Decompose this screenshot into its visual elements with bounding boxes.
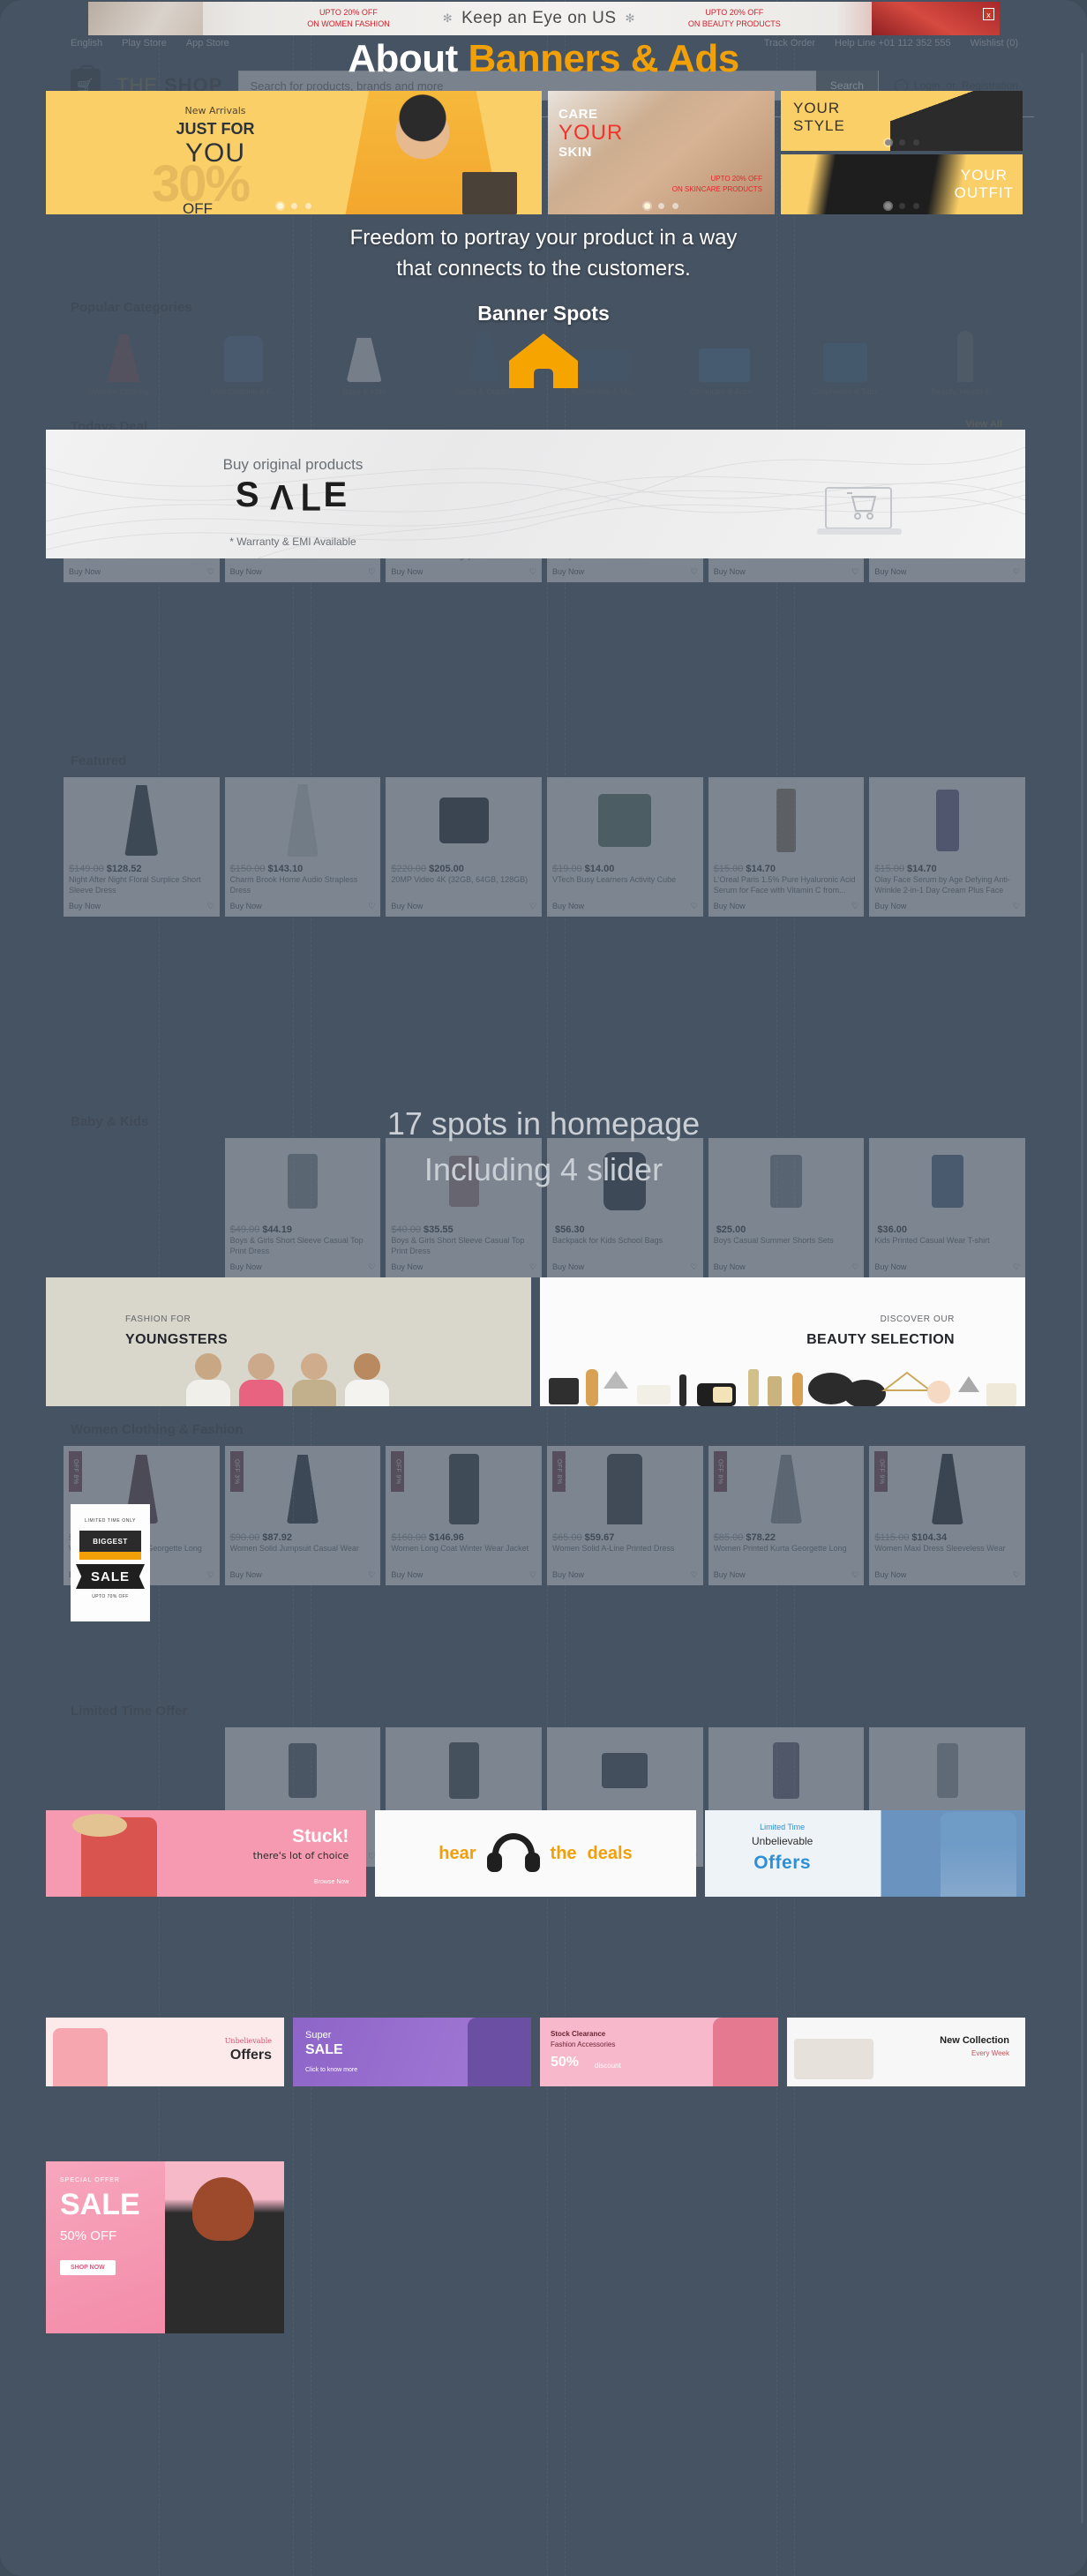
banner-limited-time-offer[interactable]: SPECIAL OFFER SALE 50% OFF SHOP NOW [46,2161,284,2333]
ad-right-image [872,2,1000,35]
yellow-stripe [79,1552,141,1560]
overlay-layer: UPTO 20% OFF ON WOMEN FASHION ✻ Keep an … [0,0,1087,2576]
slide-text-block: YOUR STYLE [793,100,845,134]
banner-stock-clearance[interactable]: Stock Clearance Fashion Accessories 50% … [540,2018,778,2086]
slider-dot[interactable] [912,203,919,209]
banner-new-collection[interactable]: New Collection Every Week [787,2018,1025,2086]
product-photo [794,2039,873,2079]
slider-dots[interactable] [781,203,1023,209]
shop-now-button[interactable]: SHOP NOW [60,2260,116,2275]
ad-left-image [88,2,203,35]
slide-text-block: New Arrivals JUST FOR YOU [176,105,255,168]
slide-your-outfit[interactable]: YOUR OUTFIT [781,154,1023,214]
slider-dot-active[interactable] [884,139,891,146]
girl-photo [940,1812,1016,1897]
slide-your-style[interactable]: YOUR STYLE [781,91,1023,151]
slider-dot[interactable] [898,203,905,209]
laptop-cart-icon [817,487,902,535]
slide-just-for-you[interactable]: 30% New Arrivals JUST FOR YOU OFF [46,91,542,214]
hair-shape [192,2177,254,2241]
hat-shape [72,1814,127,1837]
slider-dot[interactable] [658,203,664,209]
slide-text-block: YOUR OUTFIT [954,167,1014,201]
slide-text-block: CARE YOUR SKIN [558,107,624,161]
banner-beauty-selection[interactable]: DISCOVER OUR BEAUTY SELECTION [540,1277,1025,1406]
slider-dot[interactable] [912,139,919,146]
slider-dot-active[interactable] [884,203,891,209]
slider-dot[interactable] [898,139,905,146]
caption-spots-count: 17 spots in homepage Including 4 slider [386,1105,701,1188]
caption-banner-spots: Banner Spots [477,302,610,325]
banner-stuck[interactable]: Stuck! there's lot of choice Browse Now [46,1810,367,1897]
banner-row-four: Unbelievable Offers Super SALE Click to … [46,2018,1025,2086]
slide-care-your-skin[interactable]: CARE YOUR SKIN UPTO 20% OFF ON SKINCARE … [548,91,775,214]
sparkle-icon: ✻ [442,11,454,25]
model-photo [468,2018,531,2086]
banner-super-sale[interactable]: Super SALE Click to know more [293,2018,531,2086]
kid-photo [289,1353,340,1406]
kid-photo [236,1353,287,1406]
page-root: English Play Store App Store Track Order… [0,0,1087,2576]
banner-unbelievable-offers[interactable]: Limited Time Unbelievable Offers [704,1810,1025,1897]
banner-sale-wide[interactable]: Buy original products S V ⅂ E * Warranty & … [46,430,1025,558]
kid-photo [183,1353,234,1406]
sale-word: S V ⅂ E [235,476,351,516]
banner-hear-the-deals[interactable]: hear the deals [375,1810,696,1897]
banner-row-three: Stuck! there's lot of choice Browse Now … [46,1810,1025,1897]
cta-text[interactable]: Click to know more [305,2067,357,2073]
slider-dots[interactable] [548,203,775,209]
stuck-text: Stuck! there's lot of choice [252,1826,349,1861]
headphones-icon [486,1833,540,1874]
ad-right-offer: UPTO 20% OFF ON BEAUTY PRODUCTS [687,7,781,29]
ad-left-offer: UPTO 20% OFF ON WOMEN FASHION [307,7,390,29]
house-icon [509,333,578,388]
page-title: About Banners & Ads [348,37,739,80]
makeup-products-image [549,1369,1016,1406]
slide-stack-right: YOUR STYLE YOUR OUTFIT [781,91,1023,214]
banner-row-two: FASHION FOR YOUNGSTERS DISCOVER OUR BEAU… [46,1277,1025,1406]
slider-dot[interactable] [304,203,311,209]
promo-ad-bar[interactable]: UPTO 20% OFF ON WOMEN FASHION ✻ Keep an … [88,2,1000,35]
girl-photo [713,2018,778,2086]
browse-now-link[interactable]: Browse Now [314,1879,349,1885]
kid-photo [341,1353,393,1406]
slide-offer-text: UPTO 20% OFF ON SKINCARE PRODUCTS [671,175,762,193]
caption-freedom: Freedom to portray your product in a way… [349,226,738,281]
girl-photo [53,2028,108,2086]
slider-dots[interactable] [781,139,1023,146]
close-icon[interactable]: x [983,8,994,20]
slider-dots[interactable] [46,203,542,209]
slider-dot[interactable] [672,203,678,209]
banner-unbelievable-offers-small[interactable]: Unbelievable Offers [46,2018,284,2086]
banner-biggest-sale[interactable]: LIMITED TIME ONLY BIGGEST SALE UPTO 70% … [71,1504,150,1621]
ad-center-text: ✻ Keep an Eye on US ✻ [442,9,635,27]
slider-dot-active[interactable] [276,203,283,209]
sparkle-icon: ✻ [625,11,635,25]
banner-youngsters[interactable]: FASHION FOR YOUNGSTERS [46,1277,531,1406]
hero-slider-row: 30% New Arrivals JUST FOR YOU OFF CARE Y… [46,91,1025,214]
scrollbar[interactable] [1081,53,1083,2523]
slider-dot-active[interactable] [644,203,650,209]
sale-banner-text: Buy original products S V ⅂ E * Warranty & … [178,456,408,548]
slider-dot[interactable] [290,203,297,209]
hear-deals-text: hear the deals [375,1810,695,1897]
offers-text: Limited Time Unbelievable Offers [751,1823,813,1873]
